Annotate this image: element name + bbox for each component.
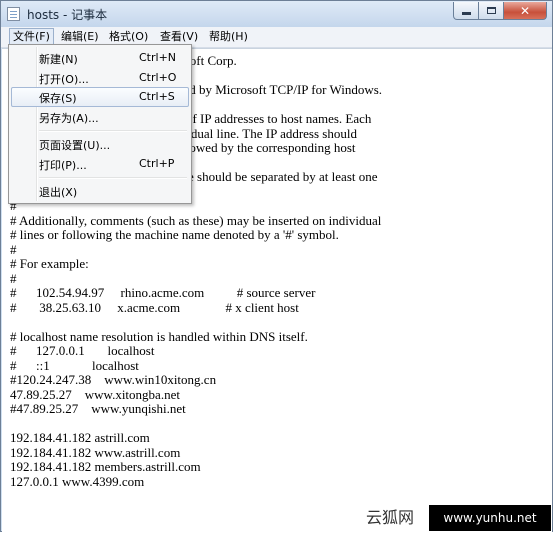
menu-file[interactable]: 文件(F)	[9, 28, 54, 45]
text-line: #	[10, 241, 17, 257]
watermark-logo: 云狐网	[352, 505, 428, 531]
menu-edit[interactable]: 编辑(E)	[58, 28, 102, 45]
menu-format[interactable]: 格式(O)	[106, 28, 151, 45]
menu-separator	[39, 130, 187, 132]
menu-item-label: 打印(P)...	[39, 159, 87, 172]
menu-item-label: 另存为(A)...	[39, 112, 99, 125]
text-line: # localhost name resolution is handled w…	[10, 328, 308, 344]
minimize-icon	[461, 12, 471, 15]
notepad-icon	[7, 7, 20, 21]
watermark-url: www.yunhu.net	[429, 505, 551, 531]
text-line: #47.89.25.27 www.yunqishi.net	[10, 401, 186, 416]
menu-item-page-setup[interactable]: 页面设置(U)...	[11, 134, 189, 154]
menu-item-save[interactable]: 保存(S) Ctrl+S	[11, 87, 189, 107]
text-line: 192.184.41.182 www.astrill.com	[10, 444, 181, 460]
menu-item-label: 打开(O)...	[39, 73, 89, 86]
menu-item-label: 保存(S)	[39, 92, 77, 105]
menu-help[interactable]: 帮助(H)	[206, 28, 251, 45]
minimize-button[interactable]	[453, 2, 479, 20]
menu-item-save-as[interactable]: 另存为(A)...	[11, 107, 189, 127]
text-line: 192.184.41.182 members.astrill.com	[10, 459, 201, 474]
text-line: # lines or following the machine name de…	[10, 227, 339, 242]
menu-item-label: 页面设置(U)...	[39, 139, 111, 152]
menu-item-open[interactable]: 打开(O)... Ctrl+O	[11, 68, 189, 88]
close-button[interactable]: ✕	[503, 2, 547, 20]
menu-item-shortcut: Ctrl+O	[139, 71, 177, 84]
menu-item-print[interactable]: 打印(P)... Ctrl+P	[11, 154, 189, 174]
maximize-icon	[486, 7, 496, 14]
text-line: # 127.0.0.1 localhost	[10, 343, 155, 358]
text-line: # Additionally, comments (such as these)…	[10, 212, 382, 228]
menu-item-new[interactable]: 新建(N) Ctrl+N	[11, 48, 189, 68]
menu-item-exit[interactable]: 退出(X)	[11, 181, 189, 201]
file-menu-dropdown: 新建(N) Ctrl+N 打开(O)... Ctrl+O 保存(S) Ctrl+…	[8, 44, 192, 204]
close-icon: ✕	[519, 3, 531, 18]
menu-separator	[39, 177, 187, 179]
text-line: # 102.54.94.97 rhino.acme.com # source s…	[10, 285, 316, 300]
text-line: #120.24.247.38 www.win10xitong.cn	[10, 372, 217, 387]
menu-view[interactable]: 查看(V)	[157, 28, 201, 45]
menu-item-shortcut: Ctrl+S	[139, 90, 175, 103]
text-line: #	[10, 270, 17, 286]
text-line: 127.0.0.1 www.4399.com	[10, 473, 145, 489]
maximize-button[interactable]	[478, 2, 504, 20]
title-bar[interactable]: hosts - 记事本 ✕	[1, 1, 552, 27]
text-line: # 38.25.63.10 x.acme.com # x client host	[10, 299, 299, 315]
text-line: 47.89.25.27 www.xitongba.net	[10, 386, 180, 402]
menu-item-label: 新建(N)	[39, 53, 78, 66]
text-line: # ::1 localhost	[10, 357, 139, 373]
menu-item-shortcut: Ctrl+N	[139, 51, 177, 64]
text-line: # For example:	[10, 256, 89, 271]
window-title: hosts - 记事本	[27, 8, 108, 22]
menu-item-shortcut: Ctrl+P	[139, 157, 175, 170]
menu-item-label: 退出(X)	[39, 186, 78, 199]
text-line: 192.184.41.182 astrill.com	[10, 430, 150, 445]
